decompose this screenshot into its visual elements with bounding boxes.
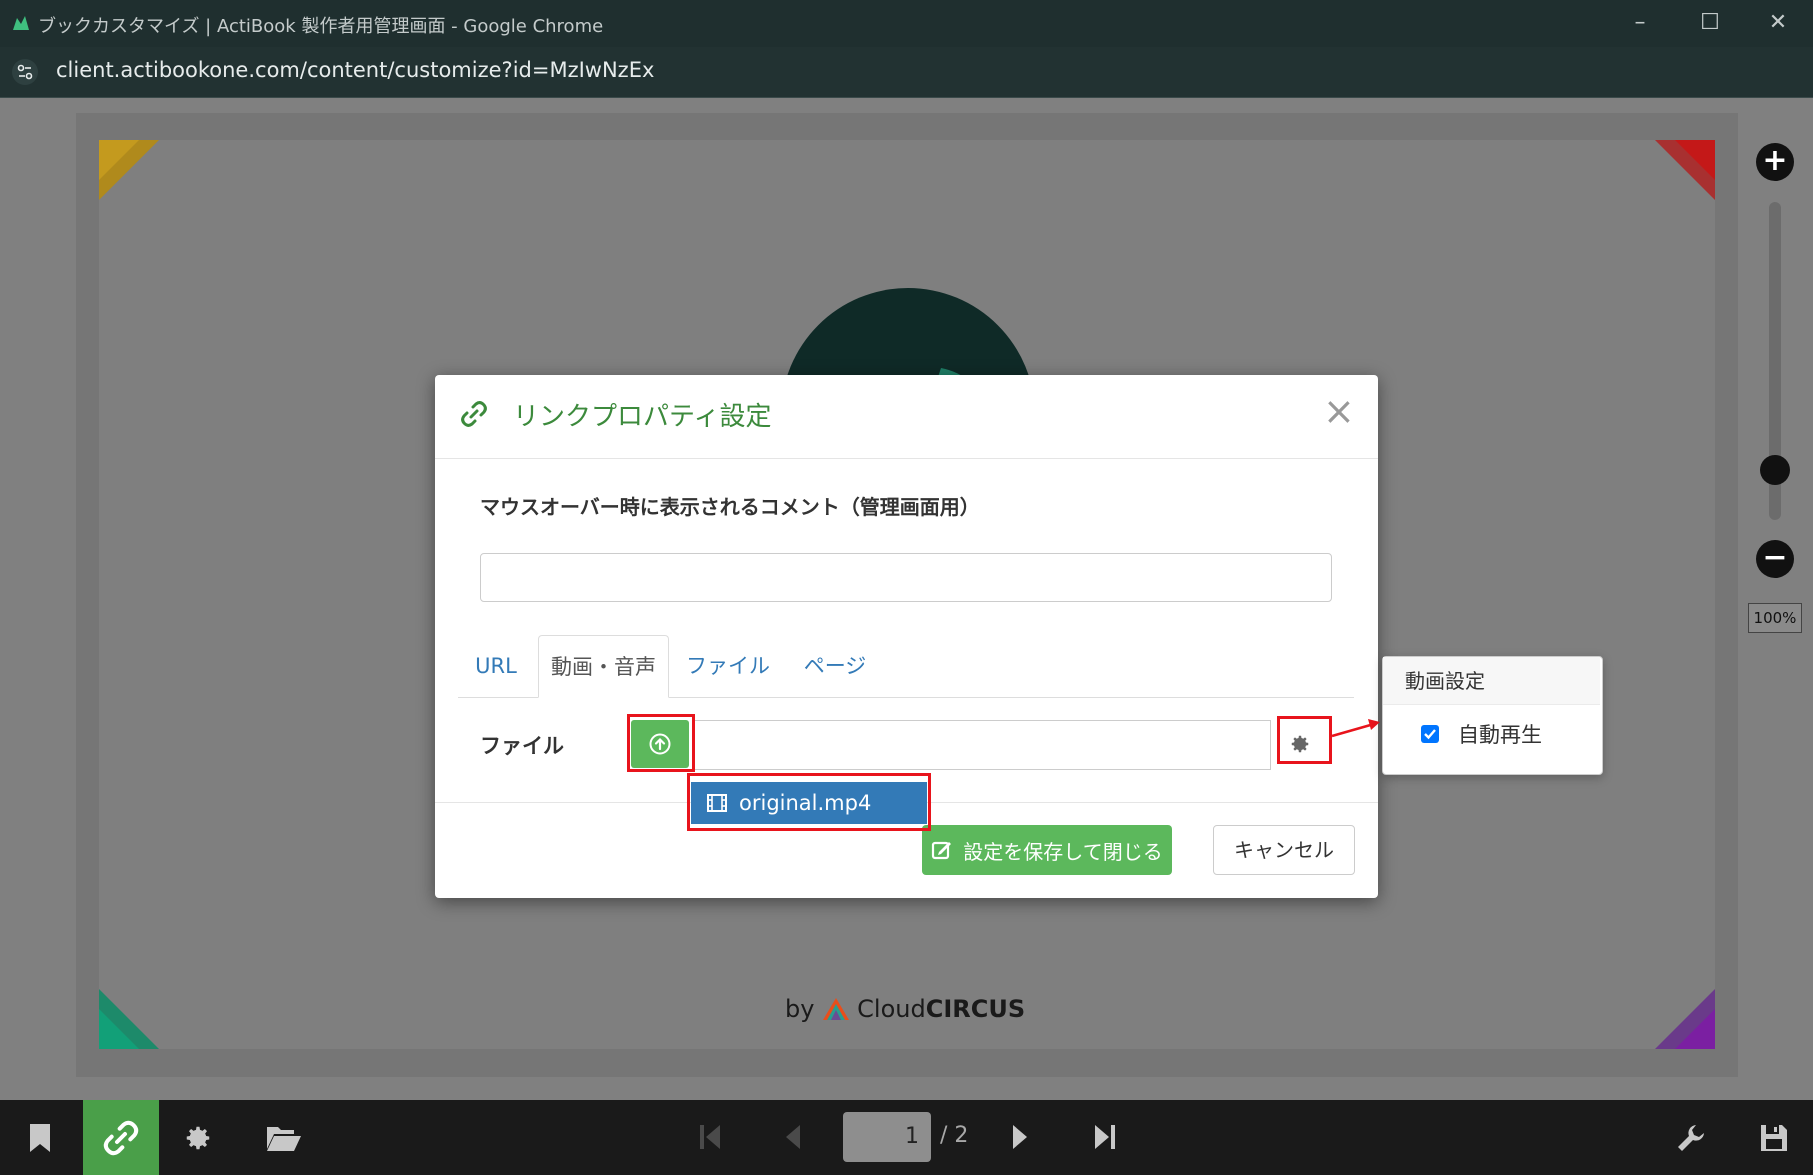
minimize-icon[interactable]: – <box>1620 8 1660 38</box>
tab-video-audio[interactable]: 動画・音声 <box>538 635 669 698</box>
video-settings-popover: 動画設定 自動再生 <box>1382 656 1603 775</box>
wrench-icon <box>1678 1124 1704 1151</box>
link-tool-button[interactable] <box>83 1100 159 1175</box>
callout-arrow-icon <box>1331 719 1380 738</box>
maximize-icon[interactable]: ☐ <box>1690 8 1730 38</box>
page-total: / 2 <box>940 1123 969 1148</box>
brand-bold: CIRCUS <box>925 995 1026 1023</box>
zoom-out-icon[interactable]: − <box>1756 540 1794 578</box>
video-settings-button[interactable] <box>1277 720 1323 768</box>
actibook-favicon-icon <box>13 16 29 30</box>
corner-decoration <box>1655 140 1715 200</box>
cancel-button[interactable]: キャンセル <box>1213 825 1355 875</box>
save-and-close-button[interactable]: 設定を保存して閉じる <box>922 825 1172 875</box>
corner-decoration <box>99 140 159 200</box>
popover-title: 動画設定 <box>1383 657 1600 705</box>
link-icon <box>461 401 487 427</box>
tab-page[interactable]: ページ <box>790 635 880 697</box>
cloudcircus-logo: by CloudCIRCUS <box>785 995 1025 1023</box>
dialog-title: リンクプロパティ設定 <box>513 402 772 432</box>
window-title: ブックカスタマイズ | ActiBook 製作者用管理画面 - Google C… <box>38 16 604 37</box>
gear-icon <box>186 1126 210 1149</box>
settings-button[interactable] <box>160 1100 236 1175</box>
file-suggestion-label: original.mp4 <box>739 791 872 815</box>
dialog-close-button[interactable]: × <box>1323 391 1355 431</box>
last-page-icon[interactable] <box>1093 1120 1117 1154</box>
link-icon <box>103 1120 139 1155</box>
byline-text: by <box>785 995 815 1023</box>
corner-decoration <box>99 989 159 1049</box>
edit-icon <box>932 841 952 860</box>
checkmark-icon <box>1424 729 1436 740</box>
next-page-icon[interactable] <box>1009 1120 1029 1154</box>
url-text[interactable]: client.actibookone.com/content/customize… <box>56 58 654 82</box>
comment-input[interactable] <box>480 553 1332 602</box>
autoplay-label[interactable]: 自動再生 <box>1458 719 1542 749</box>
link-type-tabs: URL 動画・音声 ファイル ページ <box>458 635 1354 698</box>
film-icon <box>707 794 727 812</box>
gear-icon <box>1291 735 1309 753</box>
open-folder-button[interactable] <box>246 1100 322 1175</box>
tools-button[interactable] <box>1653 1100 1729 1175</box>
upload-button[interactable] <box>631 720 689 768</box>
tab-file[interactable]: ファイル <box>678 635 778 697</box>
brand-plain: Cloud <box>857 995 926 1023</box>
save-label: 設定を保存して閉じる <box>963 839 1163 864</box>
address-bar: client.actibookone.com/content/customize… <box>0 47 1813 98</box>
comment-label: マウスオーバー時に表示されるコメント（管理画面用） <box>480 495 980 519</box>
cloudcircus-mark-icon <box>822 998 849 1020</box>
zoom-in-icon[interactable]: + <box>1756 143 1794 181</box>
dialog-header: リンクプロパティ設定 × <box>435 375 1378 459</box>
window-titlebar: ブックカスタマイズ | ActiBook 製作者用管理画面 - Google C… <box>0 0 1813 47</box>
close-icon[interactable]: ✕ <box>1758 8 1798 38</box>
page-number-input[interactable]: 1 <box>843 1112 931 1162</box>
tab-url[interactable]: URL <box>458 635 534 697</box>
zoom-level: 100% <box>1748 603 1802 633</box>
file-input[interactable] <box>693 720 1271 770</box>
autoplay-checkbox[interactable] <box>1421 725 1439 743</box>
file-suggestion-item[interactable]: original.mp4 <box>691 782 927 824</box>
save-book-button[interactable] <box>1736 1100 1812 1175</box>
previous-page-icon[interactable] <box>784 1120 804 1154</box>
file-label: ファイル <box>480 734 564 758</box>
bookmark-button[interactable] <box>2 1100 78 1175</box>
upload-arrow-icon <box>649 733 671 755</box>
bookmark-icon <box>30 1123 50 1152</box>
site-info-icon[interactable] <box>12 59 38 85</box>
folder-open-icon <box>267 1126 301 1151</box>
first-page-icon[interactable] <box>698 1120 722 1154</box>
corner-decoration <box>1655 989 1715 1049</box>
save-icon <box>1761 1124 1787 1151</box>
zoom-slider-handle[interactable] <box>1760 455 1790 485</box>
